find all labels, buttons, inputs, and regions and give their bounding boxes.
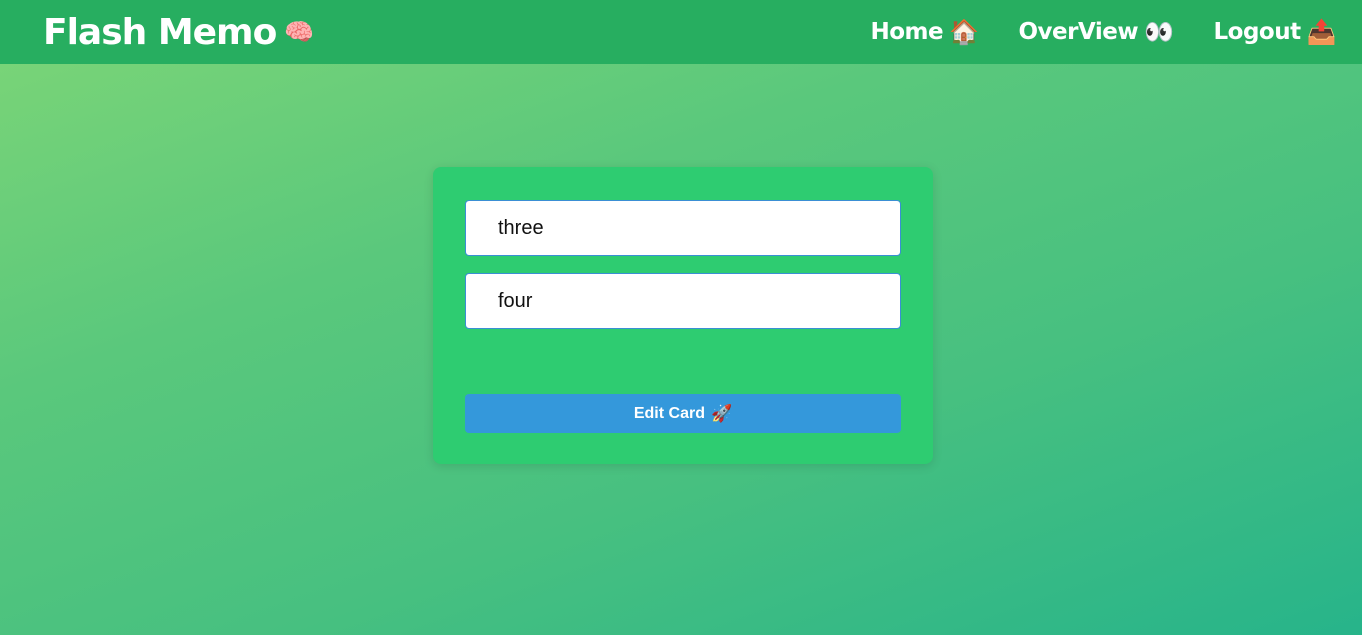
brain-icon: 🧠 [284, 18, 314, 46]
edit-card-button-label: Edit Card [633, 404, 705, 422]
nav-link-logout[interactable]: Logout 📤 [1213, 18, 1337, 46]
edit-card-form: Edit Card 🚀 [433, 167, 933, 464]
card-front-input[interactable] [465, 200, 901, 256]
nav-link-overview-label: OverView [1018, 19, 1139, 45]
nav-links: Home 🏠 OverView 👀 Logout 📤 [870, 19, 1336, 45]
outbox-tray-icon: 📤 [1306, 18, 1337, 46]
nav-link-home-label: Home [870, 19, 944, 45]
house-icon: 🏠 [949, 18, 979, 46]
nav-link-logout-label: Logout [1213, 19, 1302, 45]
nav-link-overview[interactable]: OverView 👀 [1018, 18, 1175, 46]
edit-card-button[interactable]: Edit Card 🚀 [465, 394, 901, 433]
brand-title: Flash Memo [43, 11, 277, 53]
rocket-icon: 🚀 [710, 404, 733, 423]
brand-logo[interactable]: Flash Memo 🧠 [43, 11, 314, 53]
nav-link-home[interactable]: Home 🏠 [870, 18, 979, 46]
card-back-input[interactable] [465, 273, 901, 329]
navbar: Flash Memo 🧠 Home 🏠 OverView 👀 Logout 📤 [0, 0, 1362, 64]
eyes-icon: 👀 [1144, 18, 1174, 46]
